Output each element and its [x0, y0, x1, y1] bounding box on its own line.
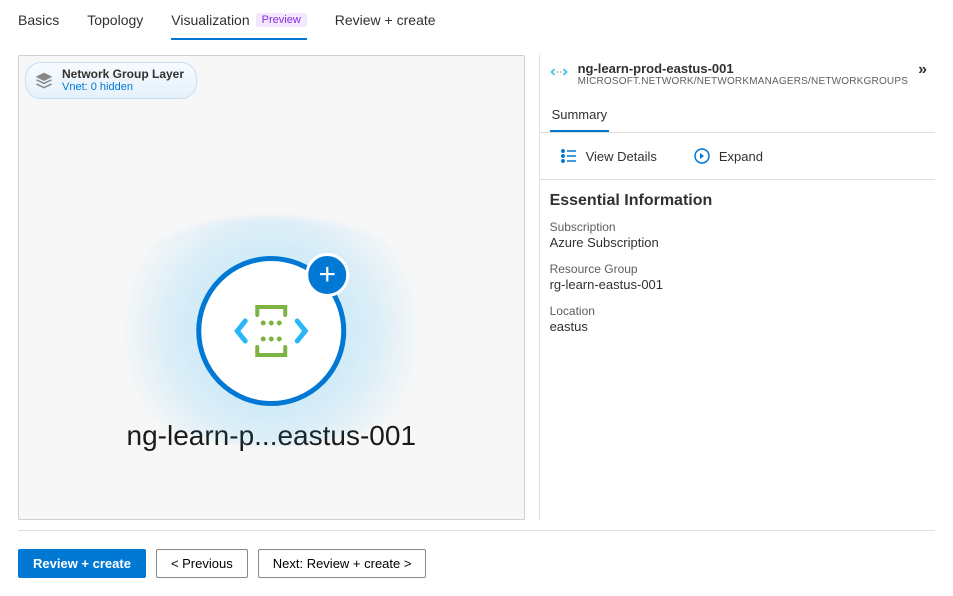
list-icon: [560, 147, 578, 165]
resource-group-value: rg-learn-eastus-001: [550, 277, 925, 292]
layer-title: Network Group Layer: [62, 68, 184, 81]
panel-title: ng-learn-prod-eastus-001: [578, 61, 909, 76]
location-value: eastus: [550, 319, 925, 334]
subscription-value: Azure Subscription: [550, 235, 925, 250]
resource-icon: [550, 63, 568, 81]
layers-icon: [34, 71, 54, 91]
expand-icon: [693, 147, 711, 165]
expand-label: Expand: [719, 149, 763, 164]
next-button[interactable]: Next: Review + create >: [258, 549, 427, 578]
collapse-icon[interactable]: »: [918, 61, 931, 79]
view-details-button[interactable]: View Details: [550, 147, 657, 165]
tab-topology[interactable]: Topology: [87, 8, 143, 40]
tab-visualization-label: Visualization: [171, 12, 249, 28]
add-icon[interactable]: +: [305, 253, 349, 297]
view-details-label: View Details: [586, 149, 657, 164]
layer-badge[interactable]: Network Group Layer Vnet: 0 hidden: [25, 62, 197, 99]
visualization-canvas[interactable]: Network Group Layer Vnet: 0 hidden: [18, 55, 525, 520]
footer: Review + create < Previous Next: Review …: [0, 531, 953, 596]
layer-subtitle[interactable]: Vnet: 0 hidden: [62, 81, 184, 93]
network-group-icon: [231, 301, 311, 361]
details-panel: ng-learn-prod-eastus-001 MICROSOFT.NETWO…: [539, 55, 935, 520]
node-circle[interactable]: +: [196, 256, 346, 406]
resource-group-label: Resource Group: [550, 262, 925, 276]
review-create-button[interactable]: Review + create: [18, 549, 146, 578]
subscription-label: Subscription: [550, 220, 925, 234]
essential-heading: Essential Information: [540, 180, 935, 216]
tabs: Basics Topology Visualization Preview Re…: [0, 0, 953, 41]
panel-tab-summary[interactable]: Summary: [550, 99, 610, 132]
expand-button[interactable]: Expand: [683, 147, 763, 165]
location-label: Location: [550, 304, 925, 318]
previous-button[interactable]: < Previous: [156, 549, 248, 578]
tab-review-create[interactable]: Review + create: [335, 8, 436, 40]
network-group-node[interactable]: + ng-learn-p...eastus-001: [127, 256, 417, 452]
preview-badge: Preview: [256, 13, 307, 27]
tab-basics[interactable]: Basics: [18, 8, 59, 40]
tab-visualization[interactable]: Visualization Preview: [171, 8, 306, 40]
panel-subtitle: MICROSOFT.NETWORK/NETWORKMANAGERS/NETWOR…: [578, 76, 909, 87]
